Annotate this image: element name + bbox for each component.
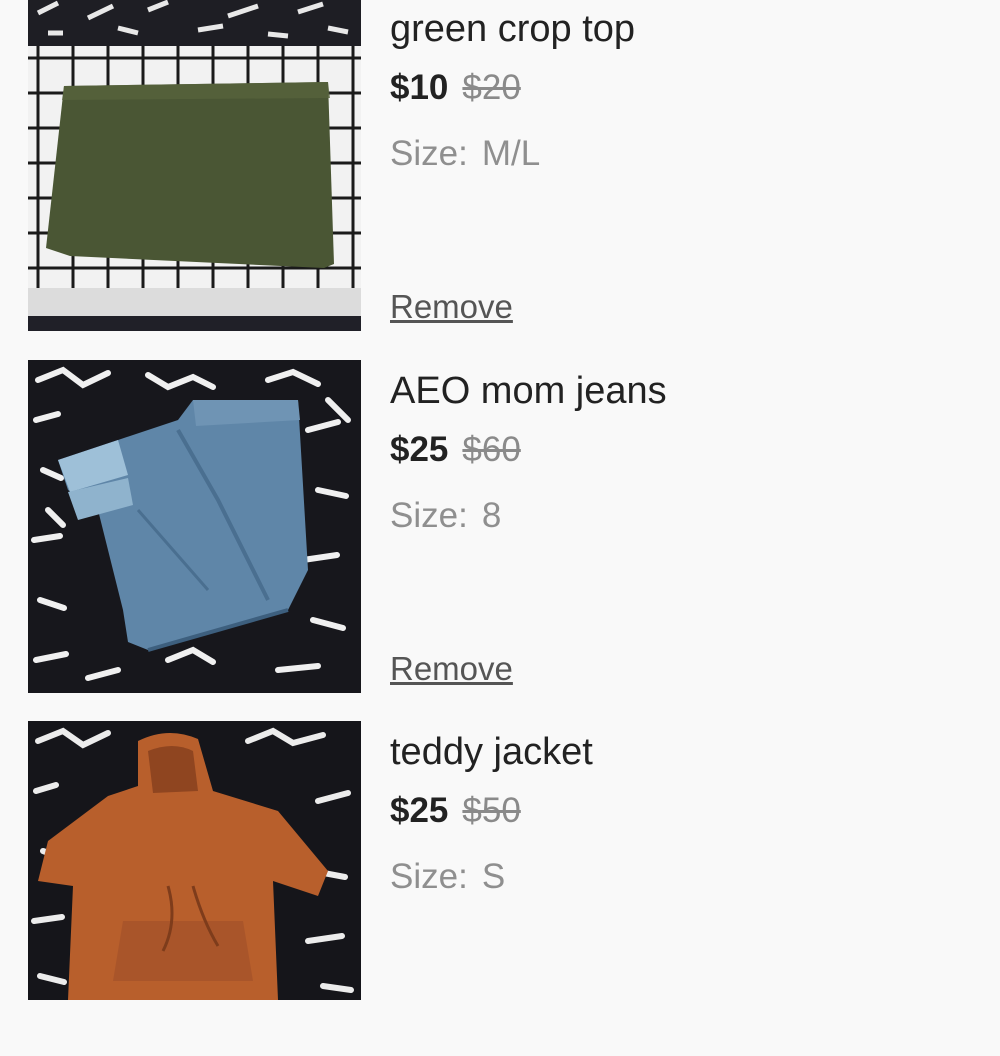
price-row: $25 $50 [390, 791, 521, 831]
cart-item: AEO mom jeans $25 $60 Size: 8 Remove [0, 360, 1000, 695]
remove-button[interactable]: Remove [390, 288, 513, 326]
price-row: $25 $60 [390, 430, 521, 470]
product-photo-teddy-jacket [28, 721, 361, 1000]
original-price: $60 [462, 430, 521, 469]
size-value: 8 [481, 496, 502, 535]
sale-price: $25 [390, 791, 449, 830]
cart-item: teddy jacket $25 $50 Size: S [0, 721, 1000, 1056]
item-title[interactable]: AEO mom jeans [390, 370, 667, 413]
cart-item: green crop top $10 $20 Size: M/L Remove [0, 0, 1000, 333]
sale-price: $25 [390, 430, 449, 469]
original-price: $50 [462, 791, 521, 830]
size-row: Size: S [390, 857, 505, 897]
price-row: $10 $20 [390, 68, 521, 108]
remove-button[interactable]: Remove [390, 650, 513, 688]
item-title[interactable]: teddy jacket [390, 731, 593, 774]
product-photo-mom-jeans [28, 360, 361, 693]
size-value: S [481, 857, 506, 896]
size-row: Size: 8 [390, 496, 501, 536]
size-row: Size: M/L [390, 134, 540, 174]
size-label: Size: [390, 496, 468, 535]
size-label: Size: [390, 857, 468, 896]
product-thumbnail[interactable] [28, 721, 361, 1000]
original-price: $20 [462, 68, 521, 107]
size-value: M/L [481, 134, 541, 173]
sale-price: $10 [390, 68, 449, 107]
product-thumbnail[interactable] [28, 0, 361, 331]
product-thumbnail[interactable] [28, 360, 361, 693]
item-title[interactable]: green crop top [390, 8, 635, 51]
product-photo-green-crop-top [28, 0, 361, 331]
size-label: Size: [390, 134, 468, 173]
